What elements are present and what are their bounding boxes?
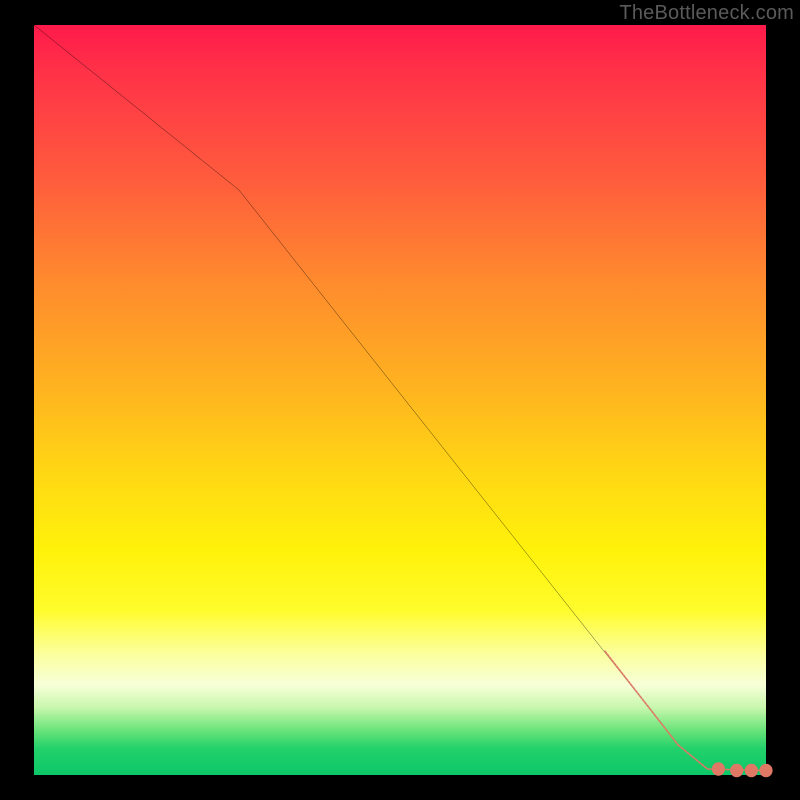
tail-dot bbox=[759, 764, 772, 778]
dashed-segment bbox=[605, 651, 678, 745]
tail-dot bbox=[730, 764, 743, 778]
chart-frame: TheBottleneck.com bbox=[0, 0, 800, 800]
dashed-overlay bbox=[605, 651, 773, 777]
tail-dot bbox=[745, 764, 758, 778]
bottleneck-curve bbox=[34, 25, 766, 771]
plot-area bbox=[34, 25, 766, 775]
main-line bbox=[34, 25, 766, 771]
dashed-segment bbox=[678, 745, 707, 769]
tail-dot bbox=[712, 762, 725, 776]
curve-layer bbox=[34, 25, 766, 775]
watermark-text: TheBottleneck.com bbox=[619, 2, 794, 25]
